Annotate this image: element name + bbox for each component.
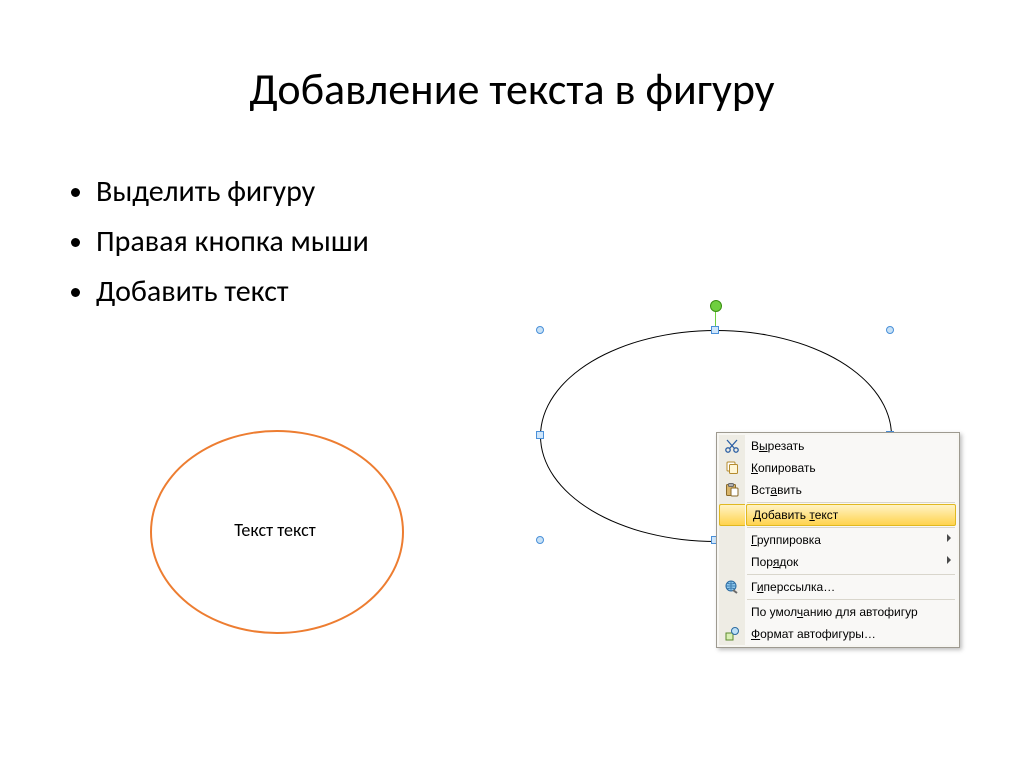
resize-handle-sw[interactable] [536,536,544,544]
bullet-item: Выделить фигуру [96,168,369,216]
menu-icon-empty [719,504,745,526]
menu-icon-empty [719,551,745,573]
menu-item-copy[interactable]: Копировать [745,457,957,479]
resize-handle-ne[interactable] [886,326,894,334]
globe-link-icon [719,576,745,598]
resize-handle-nw[interactable] [536,326,544,334]
resize-handle-n[interactable] [711,326,719,334]
context-menu-icon-column [719,435,745,645]
menu-item-hyperlink[interactable]: Гиперссылка… [745,576,957,598]
example-orange-ellipse-text: Текст текст [150,430,400,630]
copy-icon [719,457,745,479]
slide: Добавление текста в фигуру Выделить фигу… [0,0,1024,768]
menu-item-label: По умолчанию для автофигур [751,605,918,619]
submenu-arrow-icon [947,556,951,564]
menu-item-label: Порядок [751,555,798,569]
menu-separator [747,599,955,600]
menu-item-cut[interactable]: Вырезать [745,435,957,457]
menu-item-label: Добавить текст [753,508,838,522]
menu-item-label: Формат автофигуры… [751,627,876,641]
menu-icon-empty [719,529,745,551]
rotate-handle[interactable] [710,300,722,312]
menu-item-group[interactable]: Группировка [745,529,957,551]
menu-item-default-autoshape[interactable]: По умолчанию для автофигур [745,601,957,623]
menu-item-label: Вырезать [751,439,804,453]
menu-icon-empty [719,601,745,623]
menu-item-label: Группировка [751,533,821,547]
menu-separator [747,574,955,575]
slide-title: Добавление текста в фигуру [0,62,1024,116]
scissors-icon [719,435,745,457]
bullet-item: Добавить текст [96,268,369,316]
menu-separator [747,527,955,528]
menu-item-label: Копировать [751,461,816,475]
menu-item-paste[interactable]: Вставить [745,479,957,501]
bullet-list: Выделить фигуру Правая кнопка мыши Добав… [60,168,369,318]
submenu-arrow-icon [947,534,951,542]
paste-icon [719,479,745,501]
menu-item-format-autoshape[interactable]: Формат автофигуры… [745,623,957,645]
context-menu-items: Вырезать Копировать Вставить Добавить текст… [745,435,957,645]
resize-handle-w[interactable] [536,431,544,439]
menu-item-add-text[interactable]: Добавить текст [746,504,956,526]
menu-separator [747,502,955,503]
context-menu: Вырезать Копировать Вставить Добавить текст… [716,432,960,648]
menu-item-label: Гиперссылка… [751,580,835,594]
menu-item-label: Вставить [751,483,802,497]
menu-item-order[interactable]: Порядок [745,551,957,573]
format-shape-icon [719,623,745,645]
bullet-item: Правая кнопка мыши [96,218,369,266]
